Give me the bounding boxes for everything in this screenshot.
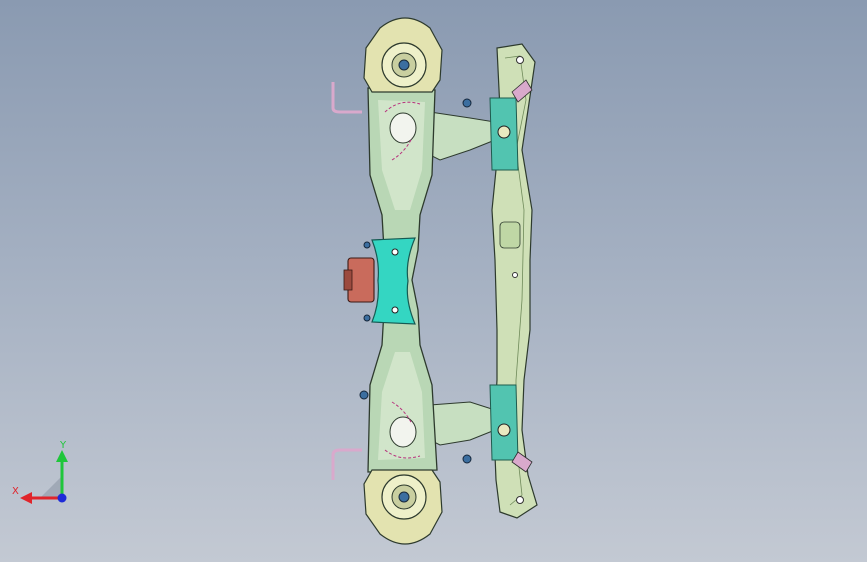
upper-control-arm [429,111,496,161]
x-axis-arrow [20,492,32,504]
plate-hole [391,306,399,314]
upper-hose-pipe [331,82,362,114]
subframe-assembly-model[interactable] [0,0,867,562]
x-axis-label: X [12,486,19,497]
y-axis-arrow [56,450,68,462]
rail-hole [516,496,524,504]
upper-access-hole [389,112,417,144]
rail-pad [499,221,521,249]
plate-hole [391,248,399,256]
rail-hole [516,56,524,64]
fastener [462,98,472,108]
y-axis-label: Y [59,440,67,451]
fastener [359,390,369,400]
fastener [462,454,472,464]
lower-hose-pipe [331,448,362,480]
lower-control-arm [429,401,496,446]
fastener [363,314,371,322]
bracket-bolt [497,125,511,139]
rail-hole [512,272,518,278]
triad-xy-plane [40,476,62,498]
z-axis-dot [57,493,67,503]
lower-rail-bracket [489,384,519,461]
cad-viewport[interactable]: Y X [0,0,867,562]
upper-mount-bolt [398,59,410,71]
lower-mount-bolt [398,491,410,503]
lower-access-hole [389,416,417,448]
bracket-bolt [497,423,511,437]
actuator-cap [343,269,353,291]
fastener [363,241,371,249]
axis-triad: Y X [12,440,68,504]
